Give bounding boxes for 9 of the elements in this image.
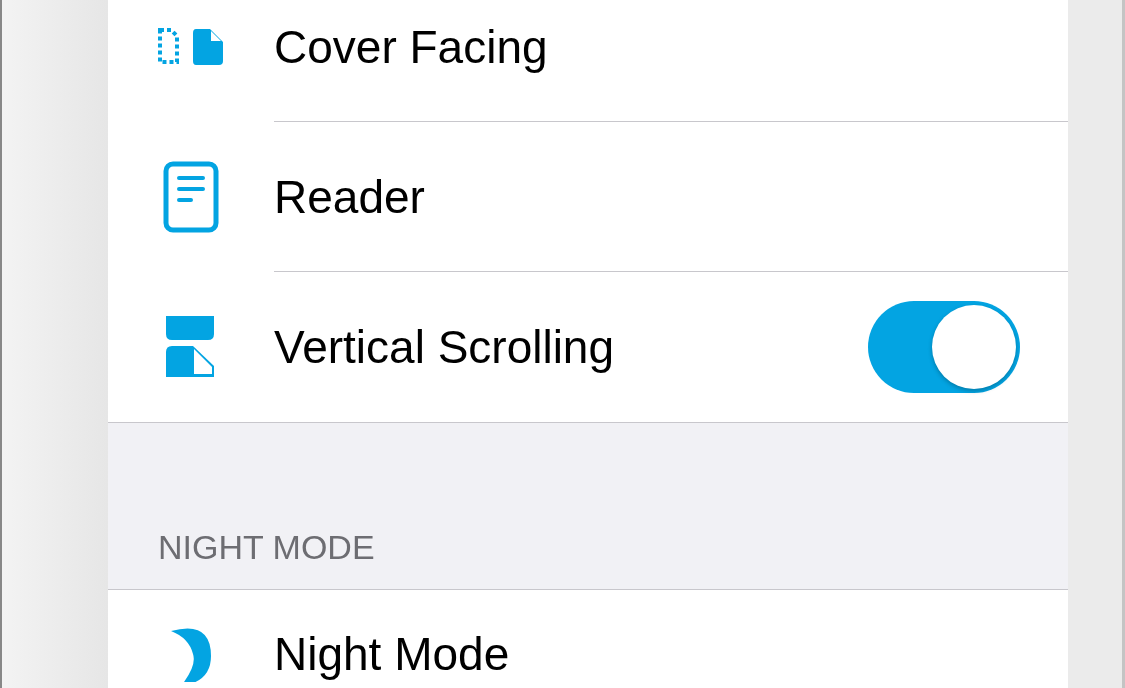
row-label[interactable]: Night Mode bbox=[274, 627, 510, 681]
pages-icon bbox=[157, 28, 225, 66]
row-label[interactable]: Cover Facing bbox=[274, 19, 548, 74]
section-header: NIGHT MODE bbox=[158, 528, 375, 567]
row-label[interactable]: Vertical Scrolling bbox=[274, 320, 615, 374]
document-icon bbox=[163, 161, 219, 233]
moon-icon bbox=[171, 626, 211, 682]
stacked-pages-icon bbox=[166, 316, 216, 378]
row-label[interactable]: Reader bbox=[274, 169, 425, 224]
